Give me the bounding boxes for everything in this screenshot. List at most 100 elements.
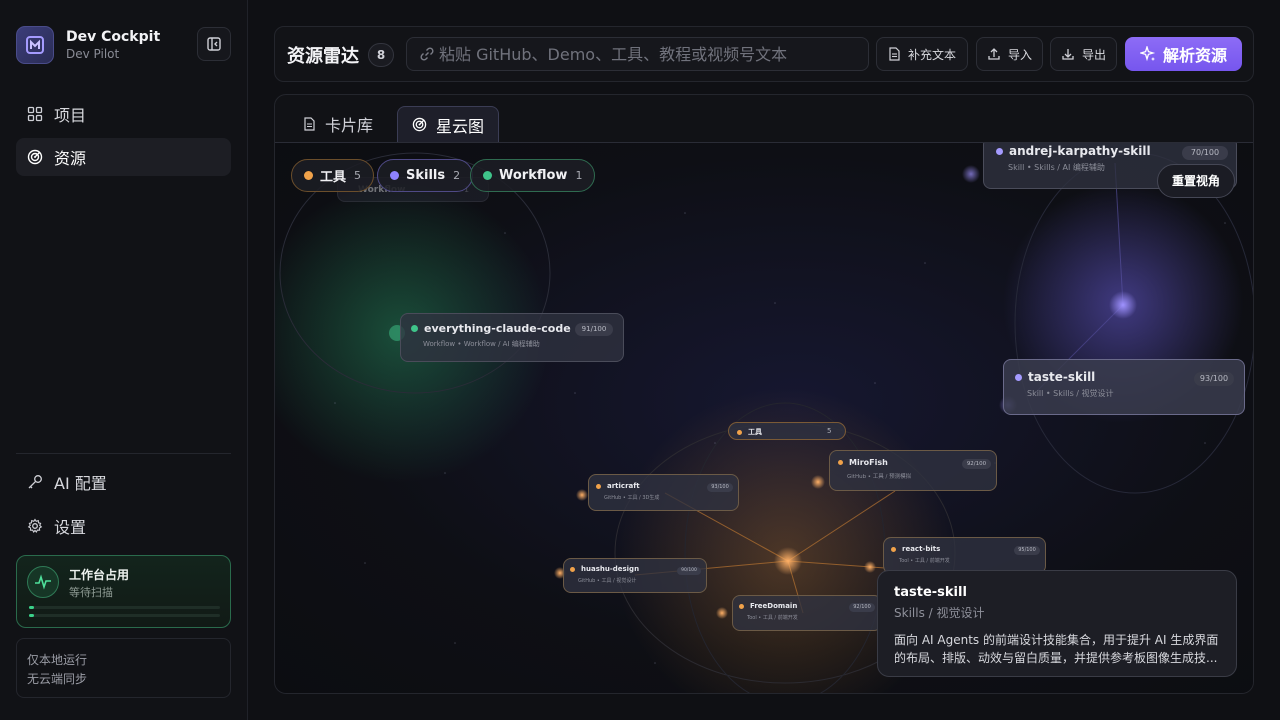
node-subtitle: GitHub • 工具 / 预测模拟 [847,474,912,480]
legend-workflow[interactable]: Workflow 1 [470,159,596,192]
radar-icon [412,117,427,132]
node-huashu-design[interactable]: huashu-design GitHub • 工具 / 视觉设计 90/100 [563,558,707,593]
button-label: 补充文本 [907,47,956,62]
node-title: 工具 [737,427,762,437]
node-dot [596,483,601,489]
reset-view-button[interactable]: 重置视角 [1157,164,1235,198]
resource-input-box[interactable] [406,37,869,71]
sidebar-item-settings[interactable]: 设置 [16,507,231,545]
node-subtitle: GitHub • 工具 / 3D生成 [604,495,660,501]
node-taste-skill[interactable]: taste-skill Skill • Skills / 视觉设计 93/100 [1003,359,1245,415]
sidebar-item-label: 项目 [54,106,87,125]
resource-count-badge: 8 [368,43,394,67]
legend-label: Workflow [499,168,568,183]
local-mode-note: 仅本地运行 无云端同步 [16,638,231,698]
node-title-text: everything-claude-code [424,322,571,335]
resource-input[interactable] [439,44,859,64]
resource-panel: 卡片库 星云图 Workflow 1 工具 5 Skills 2 Workflo… [274,94,1254,694]
button-label: 导出 [1081,47,1106,62]
legend-dot [304,171,313,180]
export-button[interactable]: 导出 [1050,37,1117,71]
node-title: FreeDomain [739,602,797,610]
legend-tools[interactable]: 工具 5 [291,159,375,192]
node-score: 95/100 [1014,546,1040,555]
node-everything-claude-code[interactable]: everything-claude-code Workflow • Workfl… [400,313,624,362]
sparkle-icon [1139,46,1156,62]
node-score: 70/100 [1182,146,1228,160]
node-tools-category[interactable]: 工具 5 [728,422,846,440]
status-progress-bar [29,606,220,609]
tooltip-desc-line: 面向 AI Agents 的前端设计技能集合，用于提升 AI 生成界面 [894,633,1219,647]
parse-resource-button[interactable]: 解析资源 [1125,37,1242,71]
brand: Dev Cockpit Dev Pilot [16,26,160,64]
app-logo-icon [16,26,54,64]
link-icon [420,47,434,61]
node-mirofish[interactable]: MiroFish GitHub • 工具 / 预测模拟 92/100 [829,450,997,491]
tooltip-title: taste-skill [894,585,967,600]
legend-count: 2 [453,169,461,182]
node-score: 91/100 [575,323,613,336]
document-icon [304,117,315,131]
tab-card-library[interactable]: 卡片库 [289,106,387,142]
node-subtitle: Tool • 工具 / 前端开发 [899,558,950,564]
node-dot [996,147,1003,155]
app-title: Dev Cockpit [66,29,161,45]
supplement-text-button[interactable]: 补充文本 [876,37,968,71]
node-articraft[interactable]: articraft GitHub • 工具 / 3D生成 93/100 [588,474,739,511]
tab-nebula-map[interactable]: 星云图 [397,106,500,142]
sidebar-item-label: 资源 [54,149,87,168]
sidebar-item-projects[interactable]: 项目 [16,95,231,133]
node-dot [1015,373,1022,381]
upload-icon [988,48,1000,60]
node-title-text: react-bits [902,545,941,553]
download-icon [1062,49,1074,60]
node-dot [570,566,575,572]
node-title: MiroFish [838,458,888,467]
app-window: Dev Cockpit Dev Pilot 项目 资源 AI 配置 设置 工作台… [0,0,1280,720]
sidebar-item-ai-config[interactable]: AI 配置 [16,463,231,501]
status-title: 工作台占用 [69,568,130,582]
status-subtitle: 等待扫描 [69,586,113,599]
legend-count: 5 [354,169,362,182]
node-title-text: FreeDomain [750,602,798,610]
node-score: 93/100 [707,483,733,492]
button-label: 导入 [1007,47,1032,62]
node-title: articraft [596,482,640,490]
collapse-sidebar-button[interactable] [197,27,231,61]
tab-label: 星云图 [436,116,485,136]
tooltip-description: 面向 AI Agents 的前端设计技能集合，用于提升 AI 生成界面 的布局、… [894,631,1220,667]
node-detail-tooltip: taste-skill Skills / 视觉设计 面向 AI Agents 的… [877,570,1237,677]
node-title: huashu-design [570,565,639,573]
node-react-bits[interactable]: react-bits Tool • 工具 / 前端开发 95/100 [883,537,1046,574]
node-title-text: MiroFish [849,458,888,467]
sidebar-item-label: 设置 [54,518,87,537]
import-button[interactable]: 导入 [976,37,1043,71]
grid-icon [26,105,44,123]
status-progress-bar [29,614,220,617]
node-subtitle: Workflow • Workflow / AI 编程辅助 [423,340,540,348]
nebula-canvas[interactable]: Workflow 1 工具 5 Skills 2 Workflow 1 andr… [275,142,1253,693]
node-subtitle: GitHub • 工具 / 视觉设计 [578,578,637,584]
local-note-line: 无云端同步 [27,672,88,686]
node-freedomain[interactable]: FreeDomain Tool • 工具 / 前端开发 92/100 [732,595,882,631]
node-title-text: 工具 [748,428,762,436]
node-score: 92/100 [962,459,991,469]
sidebar-item-label: AI 配置 [54,474,107,493]
legend-skills[interactable]: Skills 2 [377,159,474,192]
node-dot [838,460,843,465]
node-dot [739,603,744,609]
legend-label: 工具 [320,170,347,185]
node-score: 92/100 [849,603,875,612]
node-title: taste-skill [1015,370,1095,384]
legend-dot [390,171,399,180]
node-title: everything-claude-code [411,322,571,335]
sidebar-divider [16,453,231,454]
node-count: 5 [827,427,832,435]
node-title-text: taste-skill [1028,370,1096,384]
status-progress-fill [29,606,34,609]
status-progress-fill [29,614,34,617]
node-score: 90/100 [677,567,701,575]
legend-dot [483,171,492,180]
sidebar-item-resources[interactable]: 资源 [16,138,231,176]
tooltip-desc-line: 的布局、排版、动效与留白质量，并提供参考板图像生成技... [894,651,1218,665]
